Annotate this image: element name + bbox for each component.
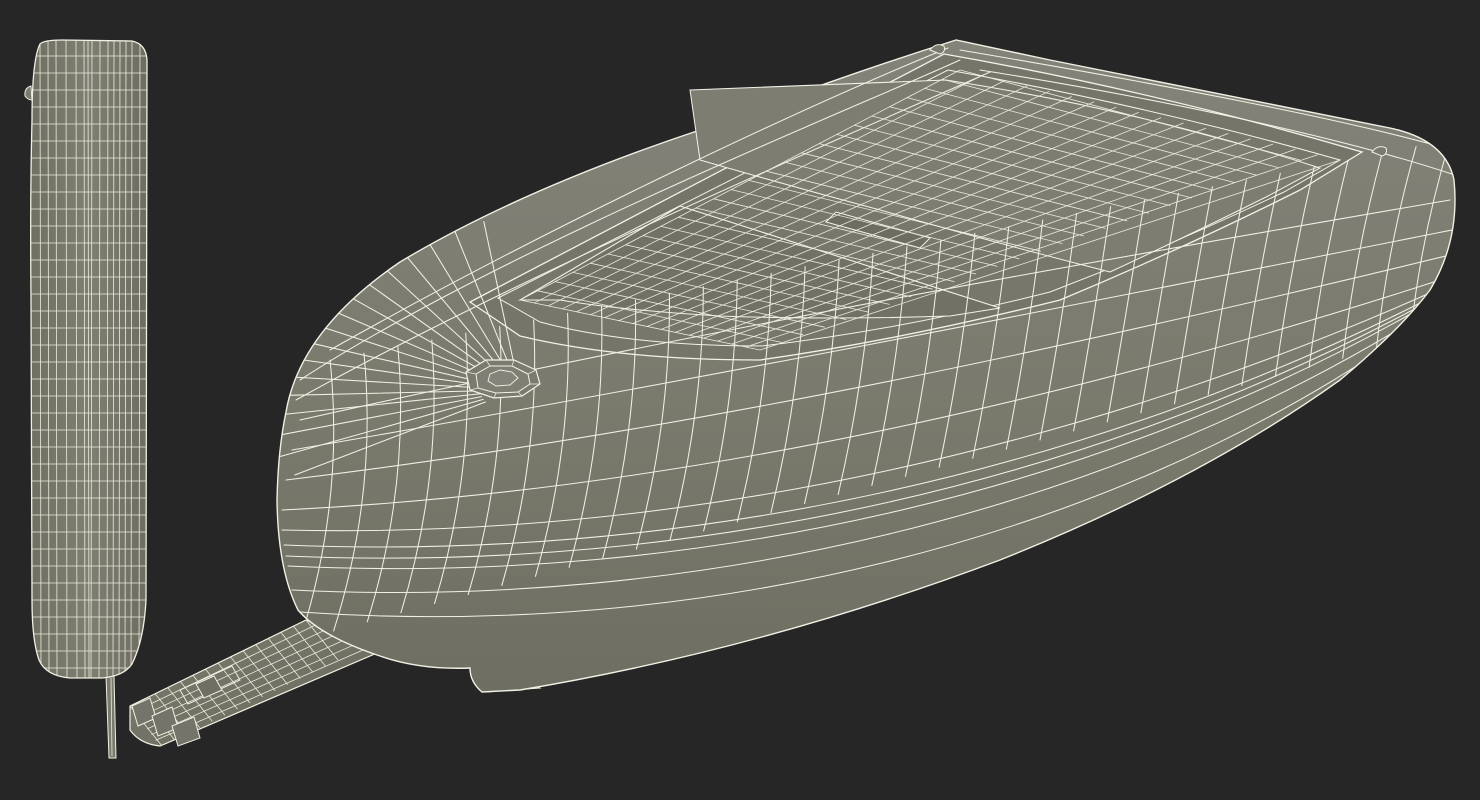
wireframe-render	[24, 39, 1456, 759]
glucose-meter-body	[276, 39, 1456, 693]
side-device-nub	[24, 85, 33, 101]
render-viewport	[0, 0, 1480, 800]
side-profile-device	[24, 39, 148, 759]
